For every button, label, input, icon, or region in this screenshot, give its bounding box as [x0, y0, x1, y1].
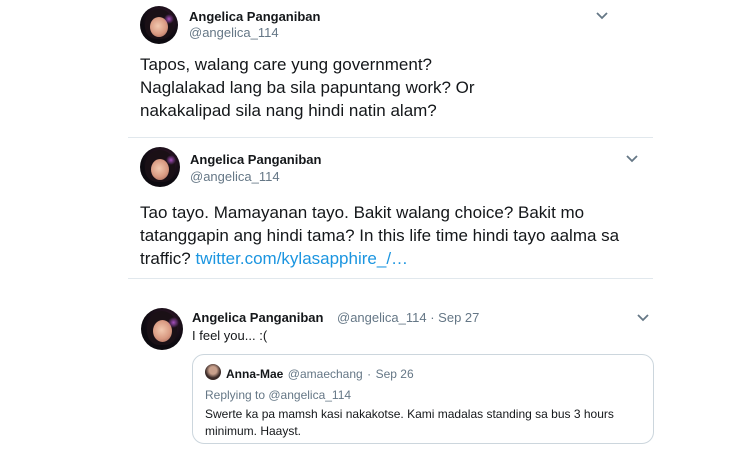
tweet-meta: @angelica_114 · Sep 27 [337, 310, 479, 325]
quoted-tweet[interactable]: Anna-Mae @amaechang · Sep 26 Replying to… [192, 354, 654, 444]
divider [128, 137, 653, 138]
author-name[interactable]: Angelica Panganiban [189, 9, 320, 24]
tweet-link[interactable]: twitter.com/kylasapphire_/… [195, 249, 408, 268]
replying-to[interactable]: Replying to @angelica_114 [205, 388, 351, 402]
tweet-card-2[interactable]: Angelica Panganiban @angelica_114 Tao ta… [128, 141, 653, 278]
chevron-down-icon[interactable] [635, 312, 651, 324]
quoted-author-name[interactable]: Anna-Mae [226, 367, 283, 381]
avatar[interactable] [140, 6, 178, 44]
avatar[interactable] [141, 308, 183, 350]
tweet-text: Tao tayo. Mamayanan tayo. Bakit walang c… [140, 201, 640, 270]
quoted-date[interactable]: Sep 26 [376, 367, 414, 381]
tweet-text: I feel you... :( [192, 328, 268, 343]
author-name[interactable]: Angelica Panganiban [192, 310, 323, 325]
quoted-header: Anna-Mae @amaechang · Sep 26 [226, 365, 414, 383]
chevron-down-icon[interactable] [624, 153, 640, 165]
separator-dot: · [367, 367, 372, 381]
tweet-card-3[interactable]: Angelica Panganiban @angelica_114 · Sep … [128, 298, 668, 450]
avatar[interactable] [140, 147, 180, 187]
tweet-date[interactable]: Sep 27 [438, 310, 479, 325]
tweet-card-1[interactable]: Angelica Panganiban @angelica_114 Tapos,… [128, 0, 653, 138]
quoted-author-handle[interactable]: @amaechang [288, 367, 363, 381]
author-name[interactable]: Angelica Panganiban [190, 152, 321, 167]
tweet-text: Tapos, walang care yung government? Nagl… [140, 55, 475, 120]
author-handle[interactable]: @angelica_114 [190, 169, 280, 184]
divider [128, 278, 653, 279]
quoted-text: Swerte ka pa mamsh kasi nakakotse. Kami … [205, 407, 614, 438]
separator-dot: · [430, 310, 435, 325]
chevron-down-icon[interactable] [594, 10, 610, 22]
author-handle[interactable]: @angelica_114 [189, 25, 279, 40]
author-handle[interactable]: @angelica_114 [337, 310, 427, 325]
quoted-avatar[interactable] [205, 364, 221, 380]
